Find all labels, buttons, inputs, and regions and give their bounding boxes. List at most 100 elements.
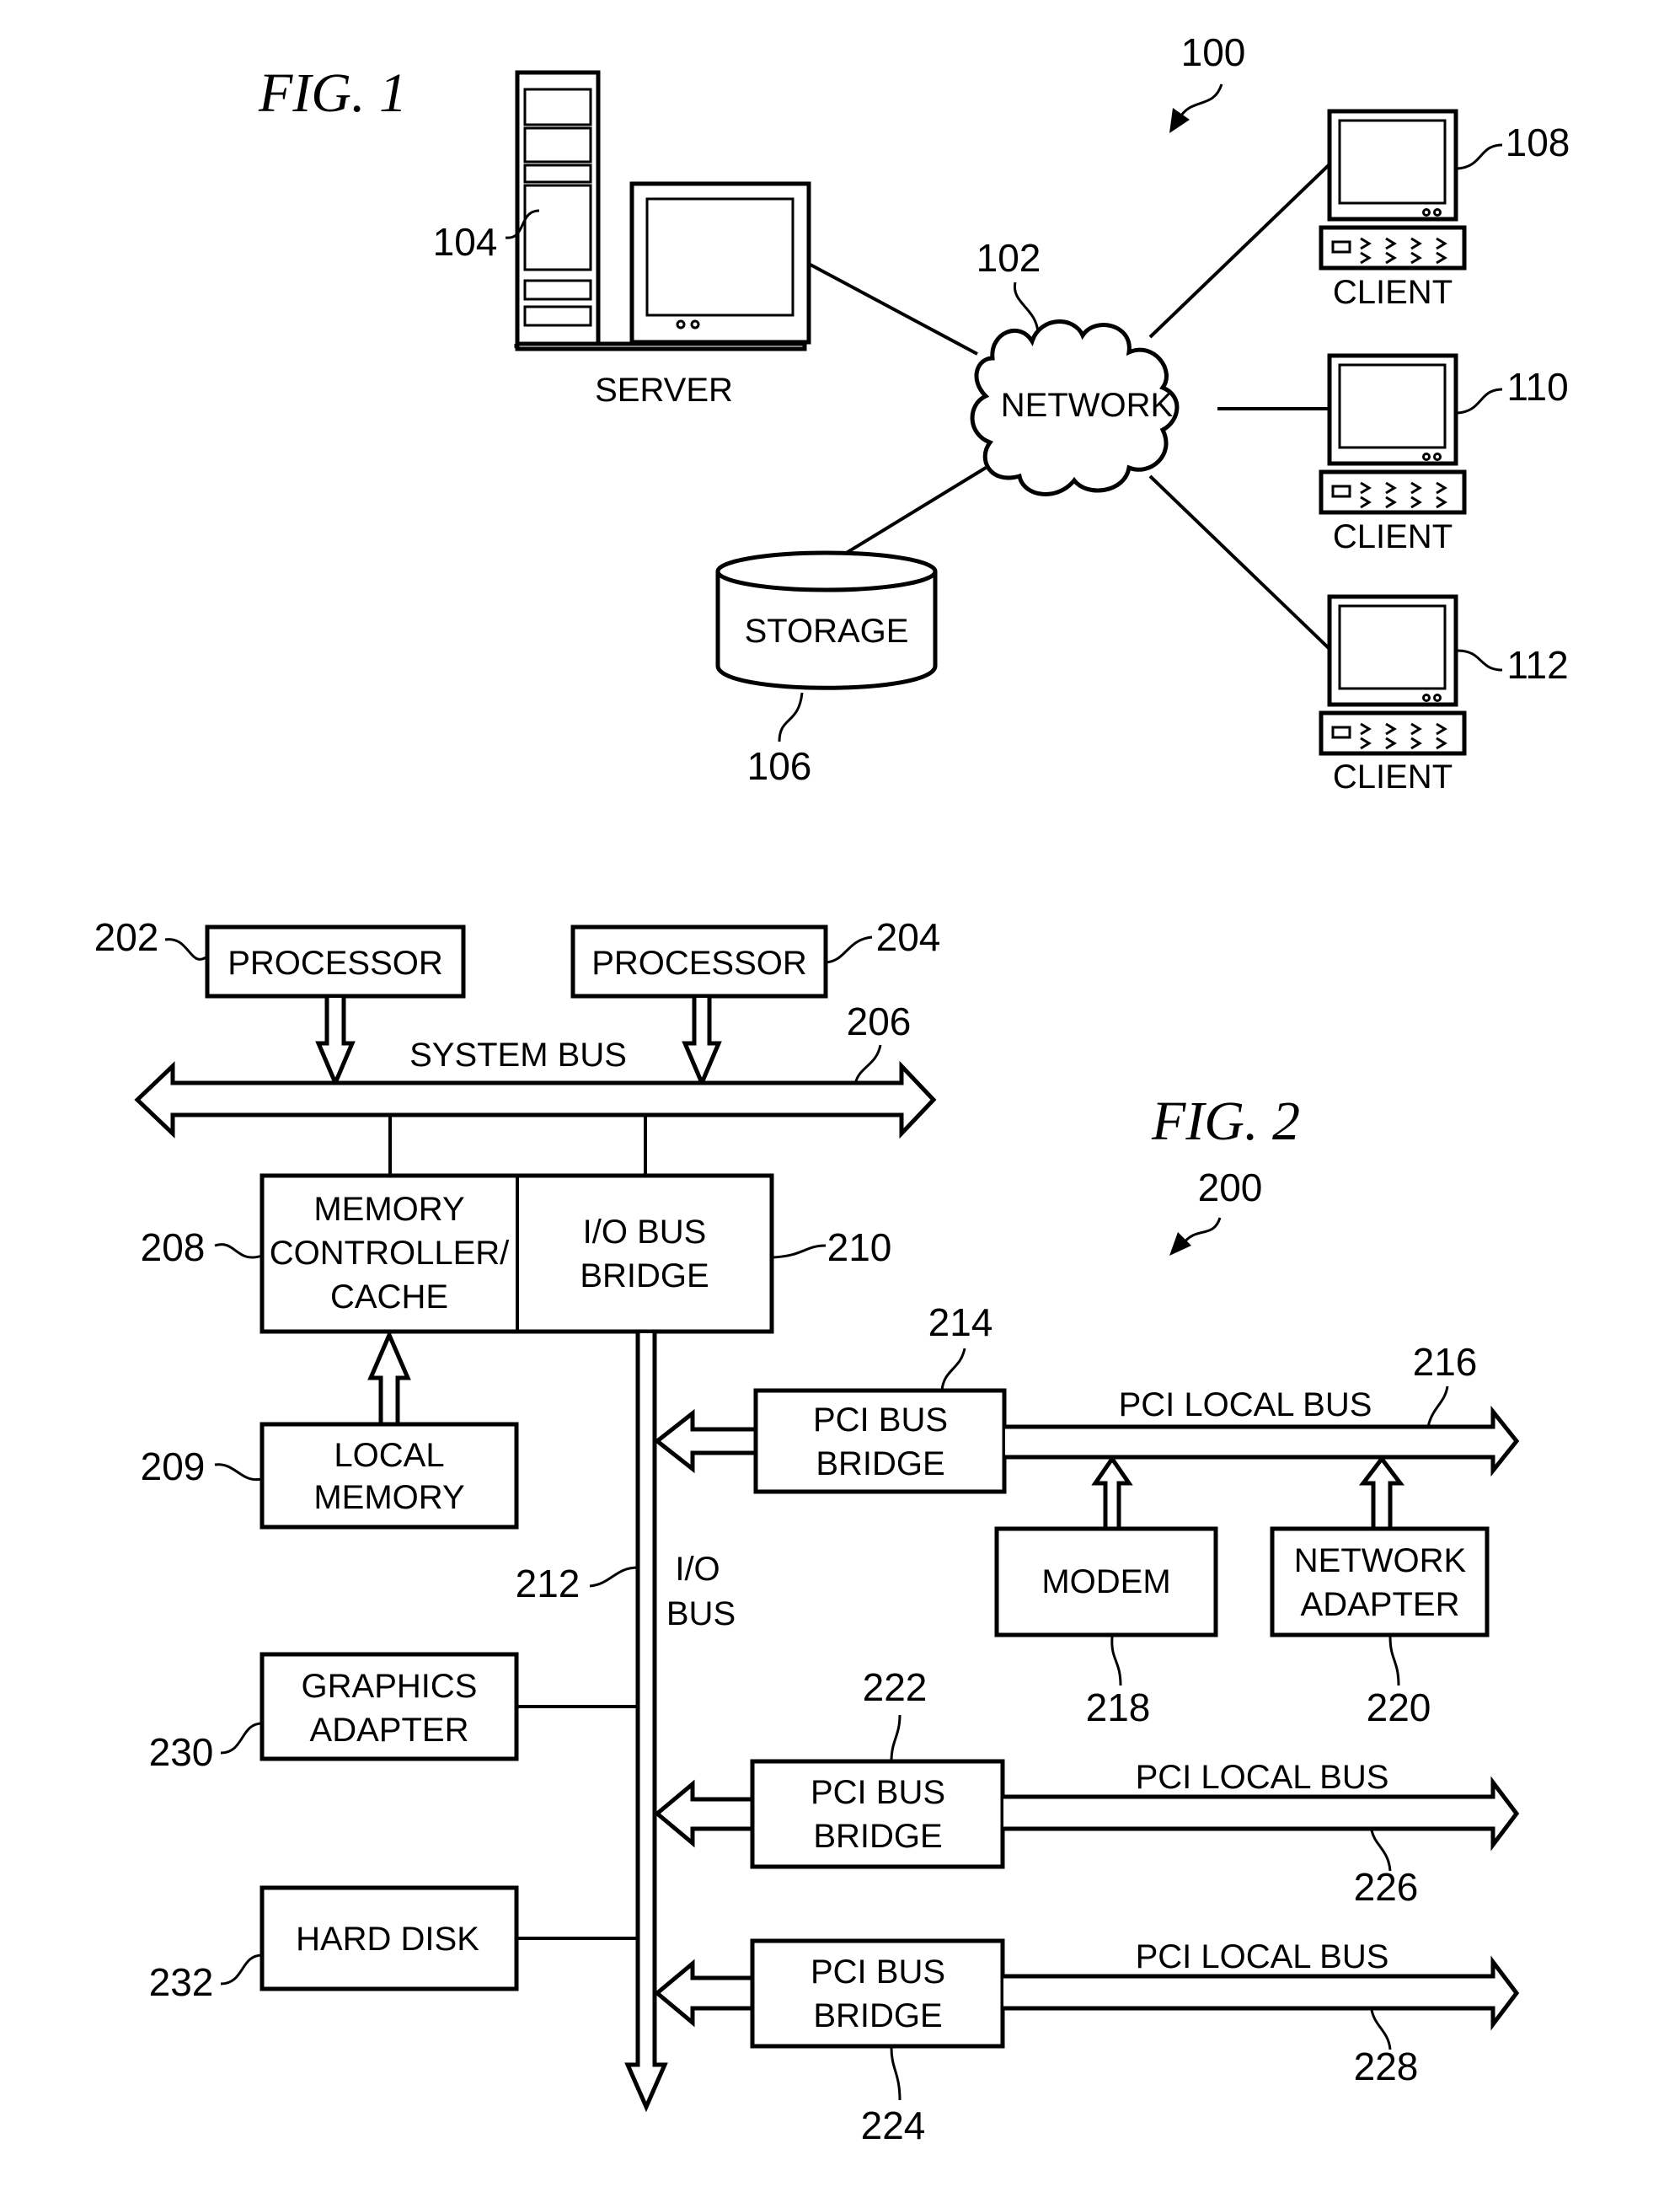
ref-106: 106 [747,744,812,788]
network-adapter-line-1: NETWORK [1294,1542,1467,1579]
ref-200-leader [1182,1217,1222,1244]
modem-label: MODEM [1041,1563,1170,1600]
ref-100: 100 [1181,30,1246,74]
io-bus-line-1: I/O [675,1551,720,1588]
memory-controller-line-2: CONTROLLER/ [270,1235,510,1272]
pci-bridge-214-line-1: PCI BUS [813,1401,948,1439]
link-server-network [806,261,978,356]
ref-222: 222 [863,1665,928,1709]
graphics-adapter-line-1: GRAPHICS [302,1668,478,1705]
fig1-title: FIG. 1 [258,62,407,124]
ref-208-leader [214,1243,263,1259]
pci-bridge-224-left-arrow-icon [654,1959,752,2028]
pci-bridge-214-left-arrow-icon [653,1408,754,1474]
ref-108: 108 [1506,121,1570,164]
pci-bridge-224-line-1: PCI BUS [811,1953,945,1991]
figure-1: FIG. 1 100 104 SERVER NETWORK 102 STORAG… [258,30,1570,796]
graphics-adapter-line-2: ADAPTER [310,1712,469,1749]
client-label: CLIENT [1333,274,1453,311]
io-bridge-line-2: BRIDGE [580,1257,709,1294]
pci-bridge-224-line-2: BRIDGE [813,1997,942,2034]
ref-202-leader [164,938,208,961]
ref-112: 112 [1506,643,1568,687]
ref-214: 214 [928,1300,993,1344]
pci-bridge-214-line-2: BRIDGE [816,1445,944,1482]
processor-204-down-arrow-icon [682,998,722,1089]
client-computer-icon [1319,353,1467,515]
server-icon [514,70,811,351]
ref-100-arrowhead-icon [1169,108,1190,133]
local-memory-line-1: LOCAL [334,1437,444,1474]
ref-209-leader [214,1463,263,1482]
ref-210-leader [772,1244,827,1259]
figure-2: FIG. 2 200 PROCESSOR 202 PROCESSOR 204 S… [94,915,1520,2147]
client-label: CLIENT [1333,758,1453,796]
ref-222-leader [890,1714,902,1762]
storage-label: STORAGE [745,613,909,650]
ref-212: 212 [516,1562,581,1605]
local-memory-line-2: MEMORY [313,1479,464,1516]
ref-232-leader [220,1953,263,1986]
client-label: CLIENT [1333,518,1453,555]
ref-224-leader [890,2047,902,2101]
link-network-client-108 [1148,163,1331,339]
client-112: CLIENT 112 [1319,594,1569,796]
ref-110: 110 [1506,365,1568,409]
server-tower [515,70,601,346]
link-network-storage [828,466,987,565]
ref-204-leader [825,935,873,964]
network-adapter-line-2: ADAPTER [1301,1586,1460,1623]
pci-bridge-222-left-arrow-icon [654,1779,752,1848]
ref-228: 228 [1354,2045,1419,2088]
client-108: CLIENT 108 [1319,109,1570,311]
memory-controller-line-1: MEMORY [313,1191,464,1228]
ref-102: 102 [976,236,1041,280]
processor-202-down-arrow-icon [315,998,356,1089]
ref-200: 200 [1198,1166,1263,1209]
system-bus-206 [134,1060,937,1139]
ref-232: 232 [149,1960,214,2004]
ref-228-leader [1370,2009,1392,2050]
ref-218-leader [1110,1636,1122,1686]
ref-220: 220 [1367,1685,1431,1729]
io-bridge-line-1: I/O BUS [583,1214,707,1251]
memory-controller-line-3: CACHE [330,1278,448,1316]
ref-220-leader [1388,1636,1400,1686]
ref-110-leader [1457,388,1503,415]
ref-226: 226 [1354,1865,1419,1909]
ref-204: 204 [876,915,941,959]
pci-local-bus-228-label: PCI LOCAL BUS [1136,1938,1389,1975]
ref-224: 224 [861,2103,926,2147]
ref-100-leader [1178,83,1223,119]
ref-202: 202 [94,915,159,959]
pci-bridge-222-line-2: BRIDGE [813,1818,942,1855]
ref-108-leader [1457,143,1503,170]
server-label: SERVER [595,372,733,409]
ref-106-leader [778,692,804,742]
ref-200-arrowhead-icon [1169,1232,1191,1256]
network-label: NETWORK [1001,387,1174,424]
ref-230: 230 [149,1730,214,1774]
client-computer-icon [1319,594,1467,756]
ref-218: 218 [1086,1685,1151,1729]
pci-local-bus-226-label: PCI LOCAL BUS [1136,1759,1389,1796]
ref-102-leader [1013,281,1040,334]
client-110: CLIENT 110 [1319,353,1569,555]
ref-209: 209 [141,1444,206,1488]
ref-216-leader [1426,1385,1449,1428]
pci-local-bus-216-label: PCI LOCAL BUS [1119,1386,1372,1423]
modem-up-arrow-icon [1091,1455,1133,1529]
processor-202-label: PROCESSOR [227,945,443,982]
ref-112-leader [1457,649,1503,672]
ref-214-leader [940,1348,966,1391]
io-bus-line-2: BUS [666,1595,736,1632]
ref-206: 206 [847,999,912,1043]
server-monitor [629,181,811,345]
processor-204-label: PROCESSOR [591,945,807,982]
local-memory-up-arrow-icon [367,1329,411,1424]
ref-216: 216 [1413,1340,1478,1384]
ref-104: 104 [433,220,498,264]
ref-212-leader [589,1566,639,1588]
ref-208: 208 [141,1225,206,1269]
link-network-client-112 [1148,474,1331,651]
